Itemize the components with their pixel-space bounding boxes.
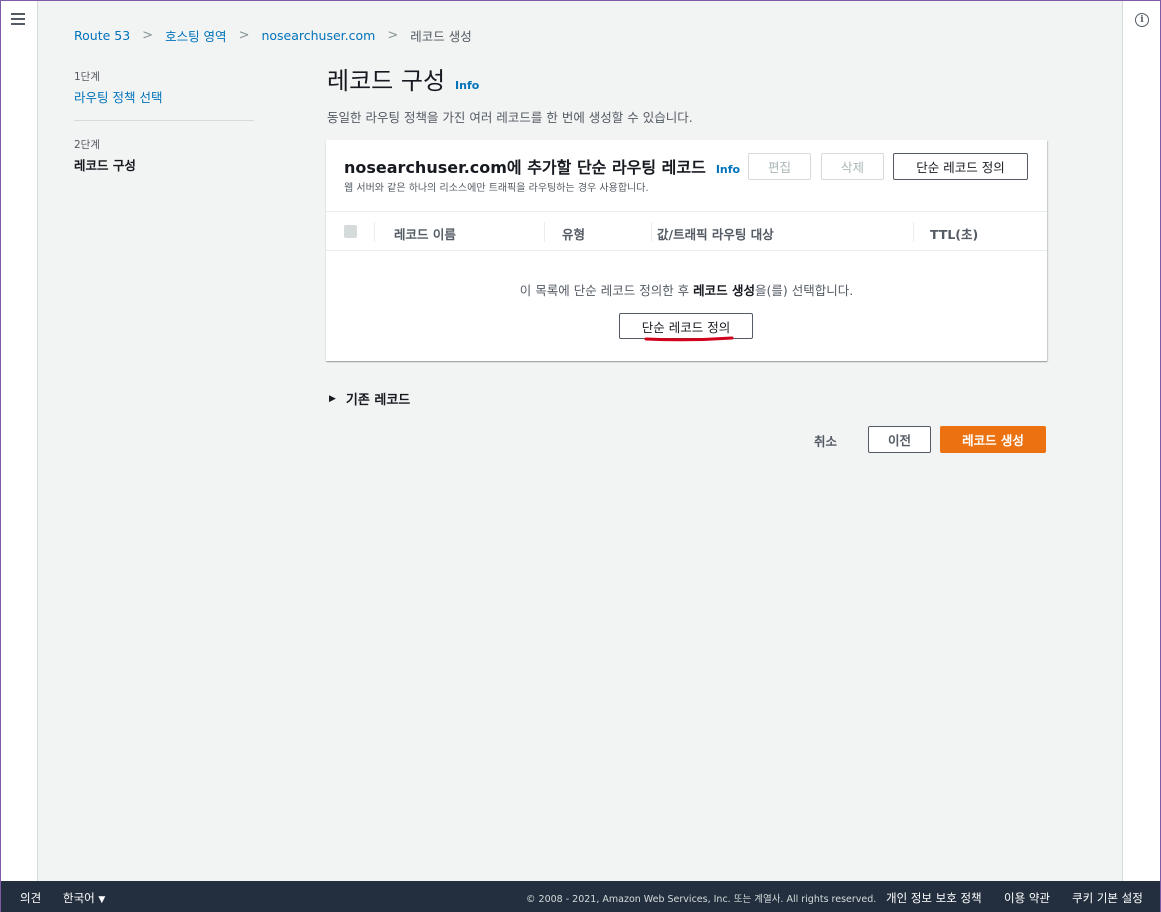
breadcrumb-hosted-zones[interactable]: 호스팅 영역 [165, 26, 226, 45]
step-divider [74, 120, 254, 121]
chevron-right-icon: > [387, 28, 399, 43]
step2-label: 2단계 [74, 139, 101, 151]
column-divider [651, 222, 652, 242]
privacy-link[interactable]: 개인 정보 보호 정책 [886, 890, 982, 906]
panel-info-link[interactable]: Info [716, 163, 740, 176]
feedback-link[interactable]: 의견 [20, 890, 41, 906]
empty-state-message: 이 목록에 단순 레코드 정의한 후 레코드 생성을(를) 선택합니다. [326, 280, 1047, 299]
existing-records-expander[interactable]: ▶ 기존 레코드 [329, 389, 410, 408]
language-selector[interactable]: 한국어 ▼ [63, 890, 105, 906]
column-divider [374, 222, 375, 242]
wizard-steps: 1단계 라우팅 정책 선택 2단계 레코드 구성 [74, 69, 254, 174]
column-divider [544, 222, 545, 242]
right-rail: i [1122, 1, 1160, 881]
terms-link[interactable]: 이용 약관 [1004, 890, 1050, 906]
expander-label: 기존 레코드 [345, 393, 411, 408]
help-info-icon[interactable]: i [1135, 13, 1149, 27]
simple-records-panel: nosearchuser.com에 추가할 단순 라우팅 레코드 Info 웹 … [326, 140, 1047, 361]
column-divider [913, 222, 914, 242]
step2-current: 레코드 구성 [74, 158, 136, 173]
breadcrumb: Route 53 > 호스팅 영역 > nosearchuser.com > 레… [74, 26, 472, 45]
column-type: 유형 [562, 227, 586, 242]
cancel-button[interactable]: 취소 [814, 431, 837, 450]
page-description: 동일한 라우팅 정책을 가진 여러 레코드를 한 번에 생성할 수 있습니다. [327, 110, 693, 125]
panel-subtitle: 웹 서버와 같은 하나의 리소스에만 트래픽을 라우팅하는 경우 사용합니다. [344, 183, 649, 194]
column-record-name: 레코드 이름 [394, 227, 456, 242]
empty-prefix: 이 목록에 단순 레코드 정의한 후 [519, 283, 694, 298]
left-rail [1, 1, 38, 881]
chevron-right-icon: > [142, 28, 154, 43]
empty-suffix: 을(를) 선택합니다. [755, 283, 854, 298]
panel-title-row: nosearchuser.com에 추가할 단순 라우팅 레코드 Info [344, 154, 740, 178]
language-label: 한국어 [63, 891, 95, 905]
breadcrumb-route53[interactable]: Route 53 [74, 28, 130, 43]
panel-title: nosearchuser.com에 추가할 단순 라우팅 레코드 [344, 158, 706, 177]
cookie-preferences-link[interactable]: 쿠키 기본 설정 [1072, 890, 1143, 906]
delete-button[interactable]: 삭제 [821, 153, 884, 180]
footer: 의견 한국어 ▼ © 2008 - 2021, Amazon Web Servi… [1, 881, 1160, 912]
caret-down-icon: ▼ [98, 895, 106, 905]
caret-right-icon: ▶ [329, 393, 336, 404]
hamburger-menu-icon[interactable] [11, 13, 25, 25]
page-title: 레코드 구성 [327, 67, 446, 95]
step1-label: 1단계 [74, 71, 101, 83]
edit-button[interactable]: 편집 [748, 153, 811, 180]
red-underline-annotation [644, 336, 734, 342]
copyright: © 2008 - 2021, Amazon Web Services, Inc.… [526, 894, 877, 905]
chevron-right-icon: > [238, 28, 250, 43]
breadcrumb-current: 레코드 생성 [410, 29, 472, 44]
page-info-link[interactable]: Info [455, 79, 479, 92]
empty-bold: 레코드 생성 [693, 283, 755, 298]
breadcrumb-domain[interactable]: nosearchuser.com [261, 28, 375, 43]
page-title-row: 레코드 구성 Info [327, 61, 479, 96]
create-records-button[interactable]: 레코드 생성 [940, 426, 1046, 453]
column-value: 값/트래픽 라우팅 대상 [657, 227, 774, 242]
column-ttl: TTL(초) [930, 227, 979, 242]
step1-link[interactable]: 라우팅 정책 선택 [74, 87, 254, 106]
define-simple-record-button[interactable]: 단순 레코드 정의 [893, 153, 1028, 180]
table-header: 레코드 이름 유형 값/트래픽 라우팅 대상 TTL(초) [326, 211, 1047, 251]
select-all-checkbox[interactable] [344, 225, 357, 238]
previous-button[interactable]: 이전 [868, 426, 931, 453]
